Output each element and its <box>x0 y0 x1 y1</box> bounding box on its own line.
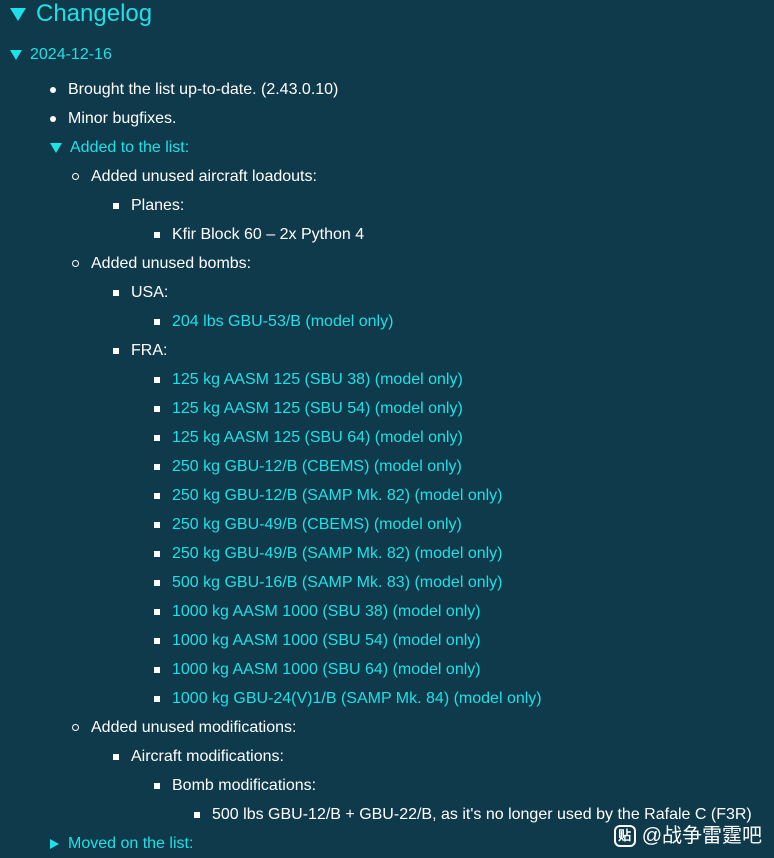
bomb-link[interactable]: 1000 kg GBU-24(V)1/B (SAMP Mk. 84) (mode… <box>154 689 542 709</box>
bomb-link[interactable]: 1000 kg AASM 1000 (SBU 54) (model only) <box>154 631 481 651</box>
bomb-link[interactable]: 1000 kg AASM 1000 (SBU 38) (model only) <box>154 602 481 622</box>
bullet-square-icon <box>154 492 160 499</box>
list-item: Kfir Block 60 – 2x Python 4 <box>154 225 364 245</box>
bullet-square-icon <box>154 608 160 615</box>
list-item: 500 lbs GBU-12/B + GBU-22/B, as it's no … <box>194 805 752 825</box>
bullet-circle-icon <box>72 260 79 268</box>
bullet-square-icon <box>154 550 160 557</box>
bullet-square-icon <box>154 637 160 644</box>
list-item: Planes: <box>113 196 184 216</box>
bullet-square-icon <box>154 521 160 528</box>
bomb-link[interactable]: 250 kg GBU-49/B (CBEMS) (model only) <box>154 515 462 535</box>
bullet-square-icon <box>154 666 160 673</box>
bullet-square-icon <box>154 463 160 470</box>
bomb-link[interactable]: 500 kg GBU-16/B (SAMP Mk. 83) (model onl… <box>154 573 503 593</box>
bomb-link[interactable]: 250 kg GBU-12/B (CBEMS) (model only) <box>154 457 462 477</box>
bullet-square-icon <box>154 782 160 789</box>
bullet-square-icon <box>154 318 160 325</box>
bullet-square-icon <box>154 695 160 702</box>
list-item: FRA: <box>113 341 167 361</box>
tieba-logo-icon: 贴 <box>613 825 636 847</box>
bullet-square-icon <box>113 347 119 354</box>
bomb-link[interactable]: 250 kg GBU-49/B (SAMP Mk. 82) (model onl… <box>154 544 503 564</box>
bullet-square-icon <box>154 376 160 383</box>
watermark-text: @战争雷霆吧 <box>641 825 762 847</box>
list-item: Bomb modifications: <box>154 776 316 796</box>
moved-section-toggle[interactable]: Moved on the list: <box>50 834 193 854</box>
bullet-disc-icon <box>50 86 56 93</box>
list-item: Added unused aircraft loadouts: <box>72 167 317 187</box>
triangle-down-icon <box>10 8 26 22</box>
bullet-square-icon <box>194 811 200 818</box>
bullet-circle-icon <box>72 173 79 181</box>
date-section-toggle[interactable]: 2024-12-16 <box>10 45 112 65</box>
bullet-square-icon <box>113 202 119 209</box>
bullet-disc-icon <box>50 115 56 122</box>
list-item: Brought the list up-to-date. (2.43.0.10) <box>50 80 338 100</box>
list-item: Aircraft modifications: <box>113 747 284 767</box>
list-item: Added unused bombs: <box>72 254 251 274</box>
changelog-title[interactable]: Changelog <box>10 0 152 28</box>
triangle-down-icon <box>50 142 62 153</box>
bomb-link[interactable]: 125 kg AASM 125 (SBU 54) (model only) <box>154 399 463 419</box>
bomb-link[interactable]: 250 kg GBU-12/B (SAMP Mk. 82) (model onl… <box>154 486 503 506</box>
list-item: Added unused modifications: <box>72 718 296 738</box>
triangle-down-icon <box>10 49 22 60</box>
bomb-link[interactable]: 1000 kg AASM 1000 (SBU 64) (model only) <box>154 660 481 680</box>
triangle-right-icon <box>50 838 59 849</box>
bullet-square-icon <box>154 434 160 441</box>
bullet-square-icon <box>154 579 160 586</box>
bullet-square-icon <box>154 231 160 238</box>
bomb-link[interactable]: 125 kg AASM 125 (SBU 38) (model only) <box>154 370 463 390</box>
list-item: Minor bugfixes. <box>50 109 177 129</box>
bullet-circle-icon <box>72 724 79 732</box>
watermark: 贴 @战争雷霆吧 <box>613 823 762 849</box>
bullet-square-icon <box>113 289 119 296</box>
bomb-link[interactable]: 125 kg AASM 125 (SBU 64) (model only) <box>154 428 463 448</box>
bullet-square-icon <box>113 753 119 760</box>
list-item: USA: <box>113 283 168 303</box>
bomb-link[interactable]: 204 lbs GBU-53/B (model only) <box>154 312 393 332</box>
bullet-square-icon <box>154 405 160 412</box>
added-section-toggle[interactable]: Added to the list: <box>50 138 189 158</box>
